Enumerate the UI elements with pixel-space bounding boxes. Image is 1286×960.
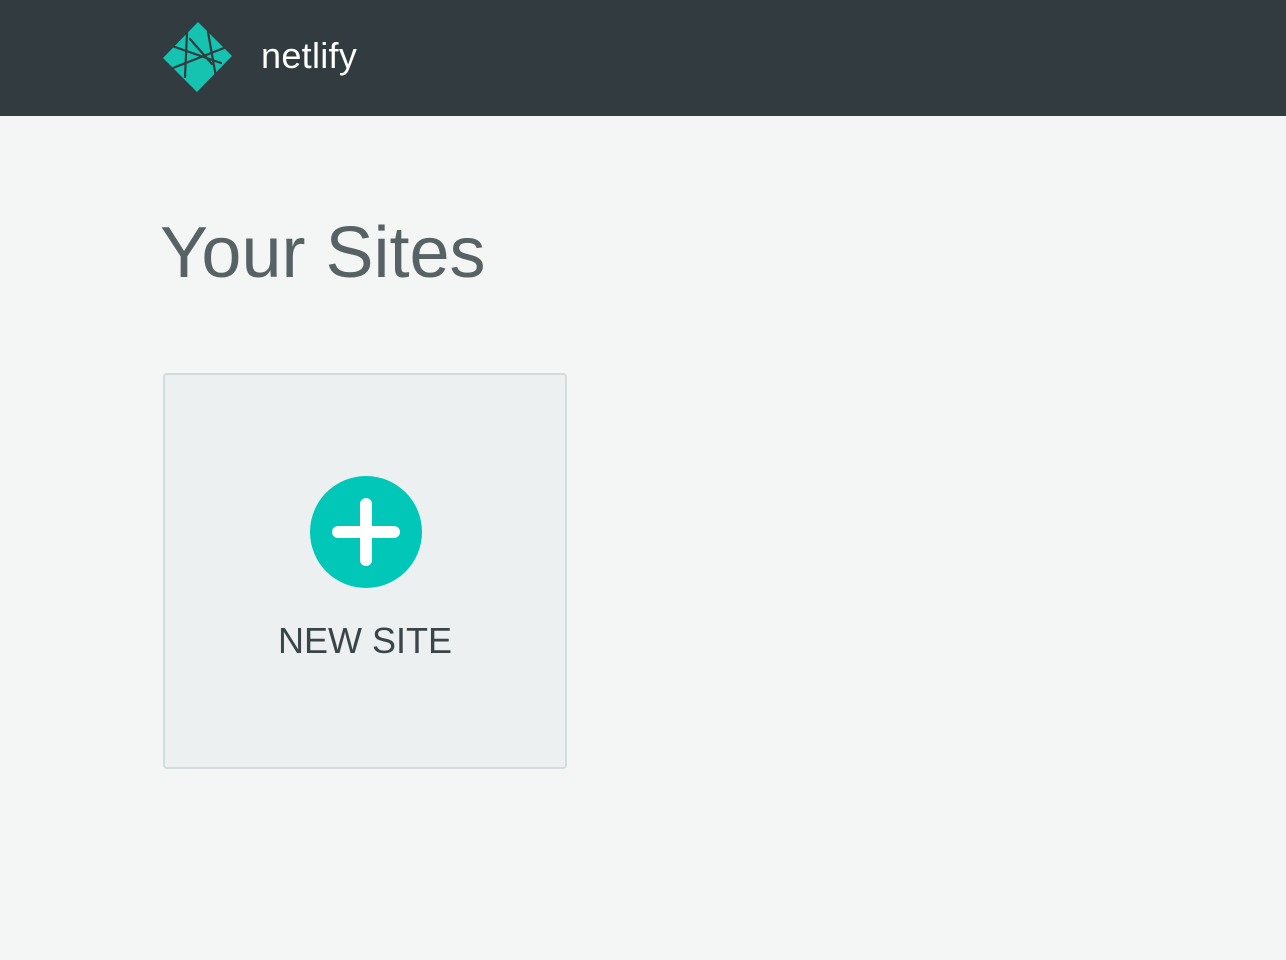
page-title: Your Sites xyxy=(160,213,486,293)
plus-icon[interactable] xyxy=(310,476,422,588)
brand-name: netlify xyxy=(261,35,358,76)
netlify-logo-icon[interactable] xyxy=(160,20,234,94)
plus-vertical-stroke xyxy=(360,498,372,566)
top-navigation-bar: netlify xyxy=(0,0,1286,116)
new-site-card[interactable]: NEW SITE xyxy=(163,373,567,769)
new-site-label[interactable]: NEW SITE xyxy=(165,619,565,663)
